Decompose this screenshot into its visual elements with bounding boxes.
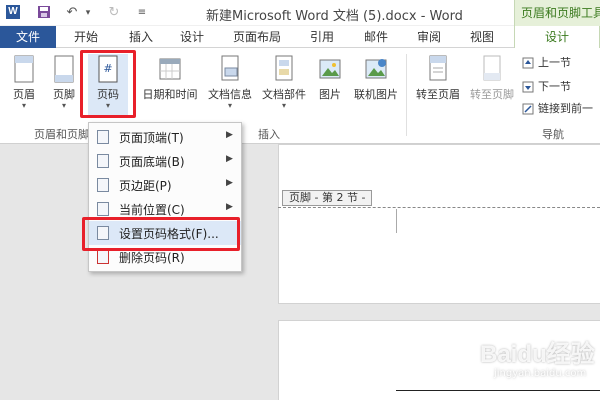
- tab-view[interactable]: 视图: [470, 26, 494, 48]
- tab-hf-design[interactable]: 设计: [514, 26, 600, 48]
- undo-icon[interactable]: ↶: [64, 5, 80, 21]
- tab-design[interactable]: 设计: [180, 26, 204, 48]
- previous-section-button[interactable]: 上一节: [522, 54, 571, 70]
- tab-references[interactable]: 引用: [310, 26, 334, 48]
- save-icon[interactable]: [36, 5, 52, 21]
- goto-header-icon: [429, 55, 447, 81]
- online-picture-button[interactable]: 联机图片: [350, 54, 402, 116]
- goto-footer-button[interactable]: 转至页脚: [466, 54, 518, 116]
- doc-info-button[interactable]: 文档信息 ▾: [204, 54, 256, 116]
- chevron-down-icon: ▾: [21, 101, 26, 110]
- link-icon: [522, 103, 534, 115]
- picture-button[interactable]: 图片: [314, 54, 346, 116]
- redo-icon[interactable]: ↻: [106, 5, 122, 21]
- tab-insert[interactable]: 插入: [129, 26, 153, 48]
- tab-home[interactable]: 开始: [74, 26, 98, 48]
- chevron-down-icon: ▾: [61, 101, 66, 110]
- tab-review[interactable]: 审阅: [417, 26, 441, 48]
- top-of-page-icon: [97, 130, 109, 144]
- page-text-line: [396, 390, 600, 391]
- doc-parts-button[interactable]: 文档部件 ▾: [258, 54, 310, 116]
- tab-layout[interactable]: 页面布局: [233, 26, 281, 48]
- doc-info-icon: [221, 55, 239, 81]
- page-number-highlight: [80, 50, 136, 118]
- date-time-button[interactable]: 日期和时间: [140, 54, 200, 116]
- footer-button[interactable]: 页脚 ▾: [46, 54, 82, 116]
- context-tab-group-title: 页眉和页脚工具: [514, 0, 600, 26]
- next-section-button[interactable]: 下一节: [522, 78, 571, 94]
- group-label-insert: 插入: [258, 128, 280, 141]
- submenu-arrow-icon: ▶: [226, 130, 233, 140]
- ribbon-tabs: 文件 开始 插入 设计 页面布局 引用 邮件 审阅 视图 设计: [0, 26, 600, 48]
- footer-icon: [54, 55, 74, 83]
- text-cursor: [396, 209, 402, 233]
- chevron-down-icon: ▾: [281, 101, 286, 110]
- word-window: W ↶ ▾ ↻ ≡ 新建Microsoft Word 文档 (5).docx -…: [0, 0, 600, 400]
- submenu-arrow-icon: ▶: [226, 202, 233, 212]
- goto-footer-icon: [483, 55, 501, 81]
- tab-mailings[interactable]: 邮件: [364, 26, 388, 48]
- window-title: 新建Microsoft Word 文档 (5).docx - Word: [206, 9, 463, 24]
- menu-item-page-margins[interactable]: 页边距(P) ▶: [89, 173, 241, 197]
- menu-item-bottom-of-page[interactable]: 页面底端(B) ▶: [89, 149, 241, 173]
- next-section-icon: [522, 81, 534, 93]
- menu-item-top-of-page[interactable]: 页面顶端(T) ▶: [89, 125, 241, 149]
- document-page-1[interactable]: [278, 144, 600, 304]
- remove-page-numbers-icon: [97, 250, 109, 264]
- submenu-arrow-icon: ▶: [226, 154, 233, 164]
- submenu-arrow-icon: ▶: [226, 178, 233, 188]
- doc-parts-icon: [275, 55, 293, 81]
- word-app-icon: W: [6, 5, 20, 19]
- format-page-numbers-highlight: [82, 217, 240, 251]
- bottom-of-page-icon: [97, 154, 109, 168]
- goto-header-button[interactable]: 转至页眉: [412, 54, 464, 116]
- calendar-icon: [159, 58, 181, 80]
- previous-section-icon: [522, 57, 534, 69]
- undo-dropdown-icon[interactable]: ▾: [80, 5, 96, 21]
- tab-file[interactable]: 文件: [0, 26, 56, 48]
- header-icon: [14, 55, 34, 83]
- baidu-watermark-logo: Baidu经验: [480, 341, 595, 368]
- group-label-header-footer: 页眉和页脚: [34, 128, 89, 141]
- page-margins-icon: [97, 178, 109, 192]
- customize-toolbar-icon[interactable]: ≡: [134, 5, 150, 21]
- current-position-icon: [97, 202, 109, 216]
- chevron-down-icon: ▾: [227, 101, 232, 110]
- ribbon-separator: [406, 54, 407, 136]
- header-button[interactable]: 页眉 ▾: [6, 54, 42, 116]
- group-label-navigation: 导航: [542, 128, 564, 141]
- online-picture-icon: [365, 59, 387, 79]
- footer-section-tag: 页脚 - 第 2 节 -: [282, 190, 373, 206]
- baidu-watermark-url: jingyan.baidu.com: [494, 368, 587, 379]
- picture-icon: [319, 59, 341, 79]
- title-bar: W ↶ ▾ ↻ ≡ 新建Microsoft Word 文档 (5).docx -…: [0, 0, 600, 26]
- link-to-previous-button[interactable]: 链接到前一: [522, 100, 593, 116]
- footer-boundary-line: [278, 207, 600, 208]
